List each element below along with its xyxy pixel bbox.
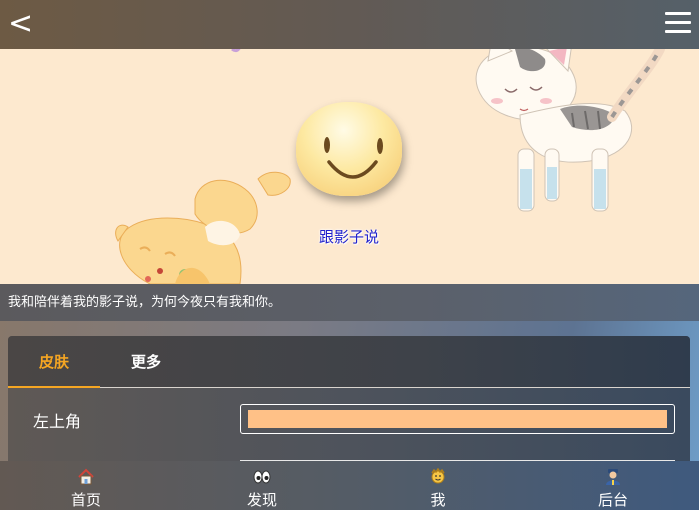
nav-label-home: 首页	[70, 491, 101, 509]
top-left-label: 左上角	[33, 412, 82, 431]
tab-more[interactable]: 更多	[108, 336, 184, 388]
house-icon	[78, 468, 94, 485]
back-button[interactable]: <	[8, 6, 38, 42]
color-swatch	[248, 410, 667, 428]
nav-item-me[interactable]: 我	[378, 461, 498, 510]
nav-label-me: 我	[430, 491, 446, 509]
nav-item-home[interactable]: 首页	[26, 461, 146, 510]
hamburger-menu-icon[interactable]	[665, 10, 691, 36]
nav-label-discover: 发现	[246, 491, 277, 509]
top-left-color-field[interactable]	[240, 404, 675, 434]
profile-banner: 跟影子说	[0, 49, 699, 284]
user-name[interactable]: 跟影子说	[299, 226, 399, 247]
nav-item-discover[interactable]: 发现	[202, 461, 322, 510]
avatar[interactable]	[296, 102, 402, 196]
admin-person-icon	[606, 469, 620, 485]
eyes-icon	[253, 470, 271, 484]
top-bar: <	[0, 0, 699, 49]
smiley-face-icon	[431, 468, 445, 484]
nav-item-admin[interactable]: 后台	[553, 461, 673, 510]
tab-skin[interactable]: 皮肤	[8, 336, 100, 388]
settings-tabs: 皮肤 更多	[8, 336, 690, 388]
smiley-face-icon	[324, 137, 383, 179]
nav-label-admin: 后台	[597, 491, 628, 509]
motto-text: 我和陪伴着我的影子说，为何今夜只有我和你。	[0, 284, 699, 321]
bottom-nav: 首页 发现 我 后台	[0, 461, 699, 510]
